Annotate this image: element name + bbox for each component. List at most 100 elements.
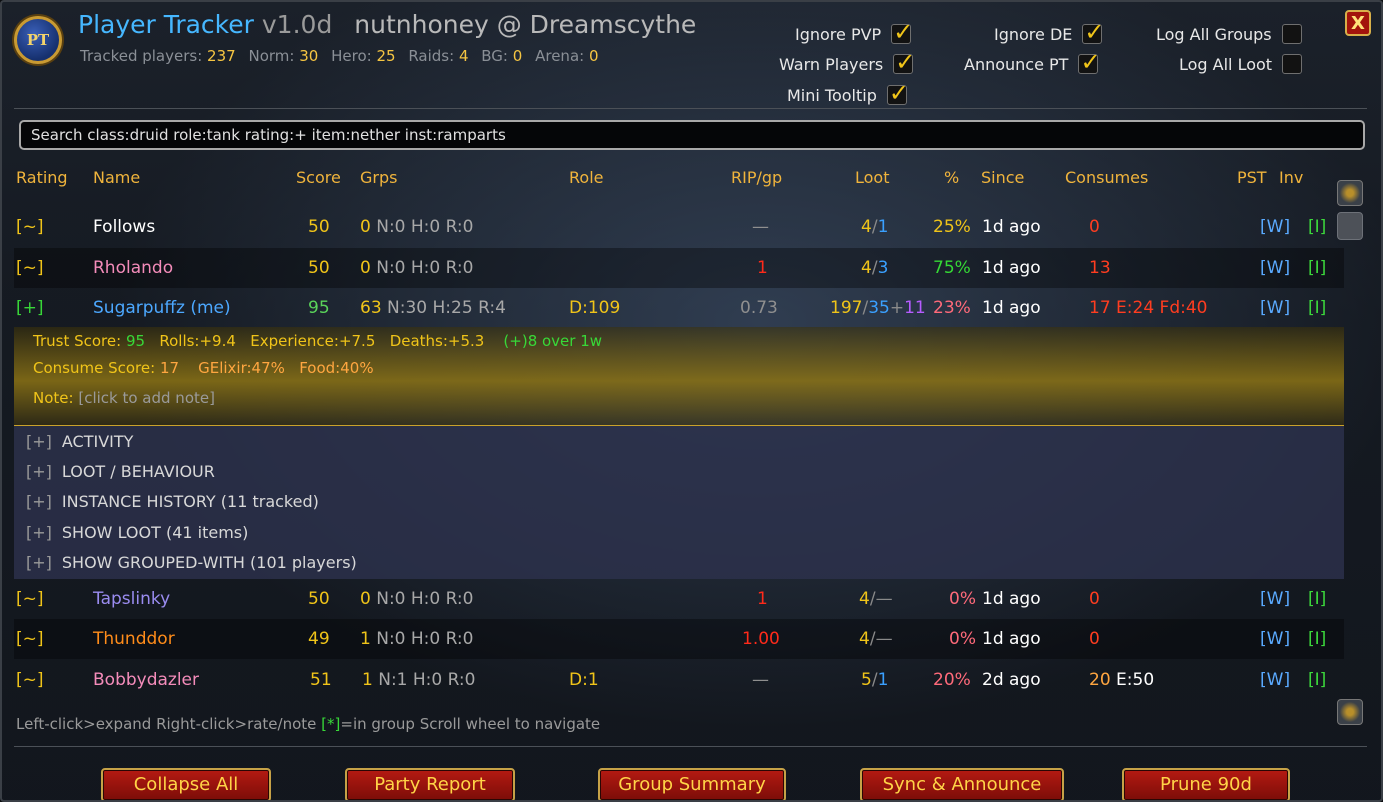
stat-value: 0: [512, 47, 523, 65]
row-invite-link[interactable]: [I]: [1308, 298, 1326, 318]
row-rating[interactable]: [+]: [16, 298, 44, 318]
expand-icon[interactable]: [+]: [26, 432, 52, 451]
checkbox-warn-players[interactable]: [893, 48, 915, 76]
row-name[interactable]: Rholando: [93, 258, 173, 278]
option-ignore-de[interactable]: Ignore DE: [994, 18, 1105, 46]
option-label: Ignore DE: [994, 24, 1073, 44]
col-header-loot[interactable]: Loot: [855, 168, 889, 187]
table-row[interactable]: [~] Tapslinky 50 0 N:0 H:0 R:0 1 4/— 0% …: [14, 579, 1344, 619]
col-header-score[interactable]: Score: [296, 168, 341, 187]
expand-icon[interactable]: [+]: [26, 523, 52, 542]
col-header-consumes[interactable]: Consumes: [1065, 168, 1148, 187]
close-button[interactable]: X: [1345, 10, 1371, 36]
option-mini-tooltip[interactable]: Mini Tooltip: [787, 79, 909, 107]
checkbox-log-all-loot[interactable]: [1282, 54, 1303, 74]
row-loot: 4/—: [859, 589, 893, 609]
loot-blue: 35: [868, 298, 890, 318]
row-pst-link[interactable]: [W]: [1260, 589, 1290, 609]
checkbox-log-all-groups[interactable]: [1281, 24, 1302, 44]
row-invite-link[interactable]: [I]: [1308, 629, 1326, 649]
row-invite-link[interactable]: [I]: [1308, 217, 1326, 237]
trust-label: Trust Score:: [33, 332, 122, 350]
scrollbar-thumb[interactable]: [1337, 212, 1363, 240]
row-pst-link[interactable]: [W]: [1260, 629, 1290, 649]
option-label: Log All Groups: [1156, 24, 1272, 44]
col-header-role[interactable]: Role: [569, 168, 603, 187]
row-name[interactable]: Sugarpuffz (me): [93, 298, 231, 318]
section-activity[interactable]: [+] ACTIVITY: [26, 432, 133, 451]
section-label: SHOW LOOT (41 items): [61, 523, 249, 542]
option-ignore-pvp[interactable]: Ignore PVP: [795, 18, 913, 46]
checkbox-mini-tooltip[interactable]: [886, 79, 909, 107]
section-loot-behaviour[interactable]: [+] LOOT / BEHAVIOUR: [26, 462, 215, 481]
row-rating[interactable]: [~]: [16, 217, 44, 237]
col-header-name[interactable]: Name: [93, 168, 140, 187]
table-row-expanded[interactable]: [+] Sugarpuffz (me) 95 63 N:30 H:25 R:4 …: [14, 288, 1344, 328]
stat-label: Arena:: [535, 47, 585, 65]
sync-announce-button[interactable]: Sync & Announce: [860, 768, 1064, 800]
player-detail-summary: Trust Score: 95 Rolls:+9.4 Experience:+7…: [14, 327, 1344, 426]
table-row[interactable]: [~] Rholando 50 0 N:0 H:0 R:0 1 4/3 75% …: [14, 248, 1344, 288]
groups-breakdown: N:0 H:0 R:0: [376, 217, 474, 237]
expand-icon[interactable]: [+]: [26, 492, 52, 511]
expand-icon[interactable]: [+]: [26, 462, 52, 481]
row-pst-link[interactable]: [W]: [1260, 670, 1290, 690]
row-pst-link[interactable]: [W]: [1260, 298, 1290, 318]
checkbox-ignore-pvp[interactable]: [891, 18, 913, 46]
option-log-all-groups[interactable]: Log All Groups: [1156, 24, 1302, 44]
prune-button[interactable]: Prune 90d: [1122, 768, 1290, 800]
col-header-rip[interactable]: RIP/gp: [731, 168, 782, 187]
row-name[interactable]: Bobbydazler: [93, 670, 199, 690]
col-header-pct[interactable]: %: [944, 168, 959, 187]
scroll-down-icon[interactable]: [1337, 699, 1363, 725]
option-announce-pt[interactable]: Announce PT: [964, 48, 1101, 76]
row-invite-link[interactable]: [I]: [1308, 258, 1326, 278]
section-instance-history[interactable]: [+] INSTANCE HISTORY (11 tracked): [26, 492, 319, 511]
row-rating[interactable]: [~]: [16, 589, 44, 609]
pt-logo-icon: PT: [14, 16, 62, 64]
checkbox-ignore-de[interactable]: [1082, 18, 1105, 46]
loot-count: 4: [859, 629, 870, 649]
note-line[interactable]: Note: [click to add note]: [33, 389, 215, 407]
option-label: Ignore PVP: [795, 24, 882, 44]
groups-breakdown: N:1 H:0 R:0: [378, 670, 476, 690]
col-header-rating[interactable]: Rating: [16, 168, 68, 187]
row-name[interactable]: Follows: [93, 217, 155, 237]
row-consumes: 0: [1089, 629, 1100, 649]
option-warn-players[interactable]: Warn Players: [779, 48, 915, 76]
row-invite-link[interactable]: [I]: [1308, 670, 1326, 690]
group-summary-button[interactable]: Group Summary: [598, 768, 786, 800]
search-input[interactable]: Search class:druid role:tank rating:+ it…: [19, 120, 1365, 150]
scroll-up-icon[interactable]: [1337, 180, 1363, 206]
row-name[interactable]: Tapslinky: [93, 589, 170, 609]
option-log-all-loot[interactable]: Log All Loot: [1179, 54, 1303, 74]
table-row[interactable]: [~] Bobbydazler 51 1 N:1 H:0 R:0 D:1 — 5…: [14, 660, 1344, 700]
trust-value: 95: [125, 332, 146, 350]
row-rating[interactable]: [~]: [16, 258, 44, 278]
collapse-all-button[interactable]: Collapse All: [101, 768, 271, 800]
section-label: SHOW GROUPED-WITH (101 players): [61, 553, 357, 572]
checkbox-announce-pt[interactable]: [1078, 48, 1101, 76]
row-rating[interactable]: [~]: [16, 670, 44, 690]
row-invite-link[interactable]: [I]: [1308, 589, 1326, 609]
row-pst-link[interactable]: [W]: [1260, 258, 1290, 278]
note-input[interactable]: [click to add note]: [78, 389, 215, 407]
table-row[interactable]: [~] Follows 50 0 N:0 H:0 R:0 — 4/1 25% 1…: [14, 207, 1344, 247]
row-rating[interactable]: [~]: [16, 629, 44, 649]
section-grouped-with[interactable]: [+] SHOW GROUPED-WITH (101 players): [26, 553, 357, 572]
row-name[interactable]: Thunddor: [93, 629, 175, 649]
row-loot: 4/3: [861, 258, 889, 278]
table-row[interactable]: [~] Thunddor 49 1 N:0 H:0 R:0 1.00 4/— 0…: [14, 619, 1344, 659]
col-header-inv[interactable]: Inv: [1279, 168, 1303, 187]
groups-count: 1: [360, 629, 371, 649]
col-header-pst[interactable]: PST: [1237, 168, 1267, 187]
col-header-grps[interactable]: Grps: [360, 168, 397, 187]
consume-value: 17: [159, 359, 180, 377]
party-report-button[interactable]: Party Report: [345, 768, 515, 800]
col-header-since[interactable]: Since: [981, 168, 1024, 187]
section-show-loot[interactable]: [+] SHOW LOOT (41 items): [26, 523, 248, 542]
loot-count: 4: [861, 217, 872, 237]
expand-icon[interactable]: [+]: [26, 553, 52, 572]
groups-count: 1: [362, 670, 373, 690]
row-pst-link[interactable]: [W]: [1260, 217, 1290, 237]
